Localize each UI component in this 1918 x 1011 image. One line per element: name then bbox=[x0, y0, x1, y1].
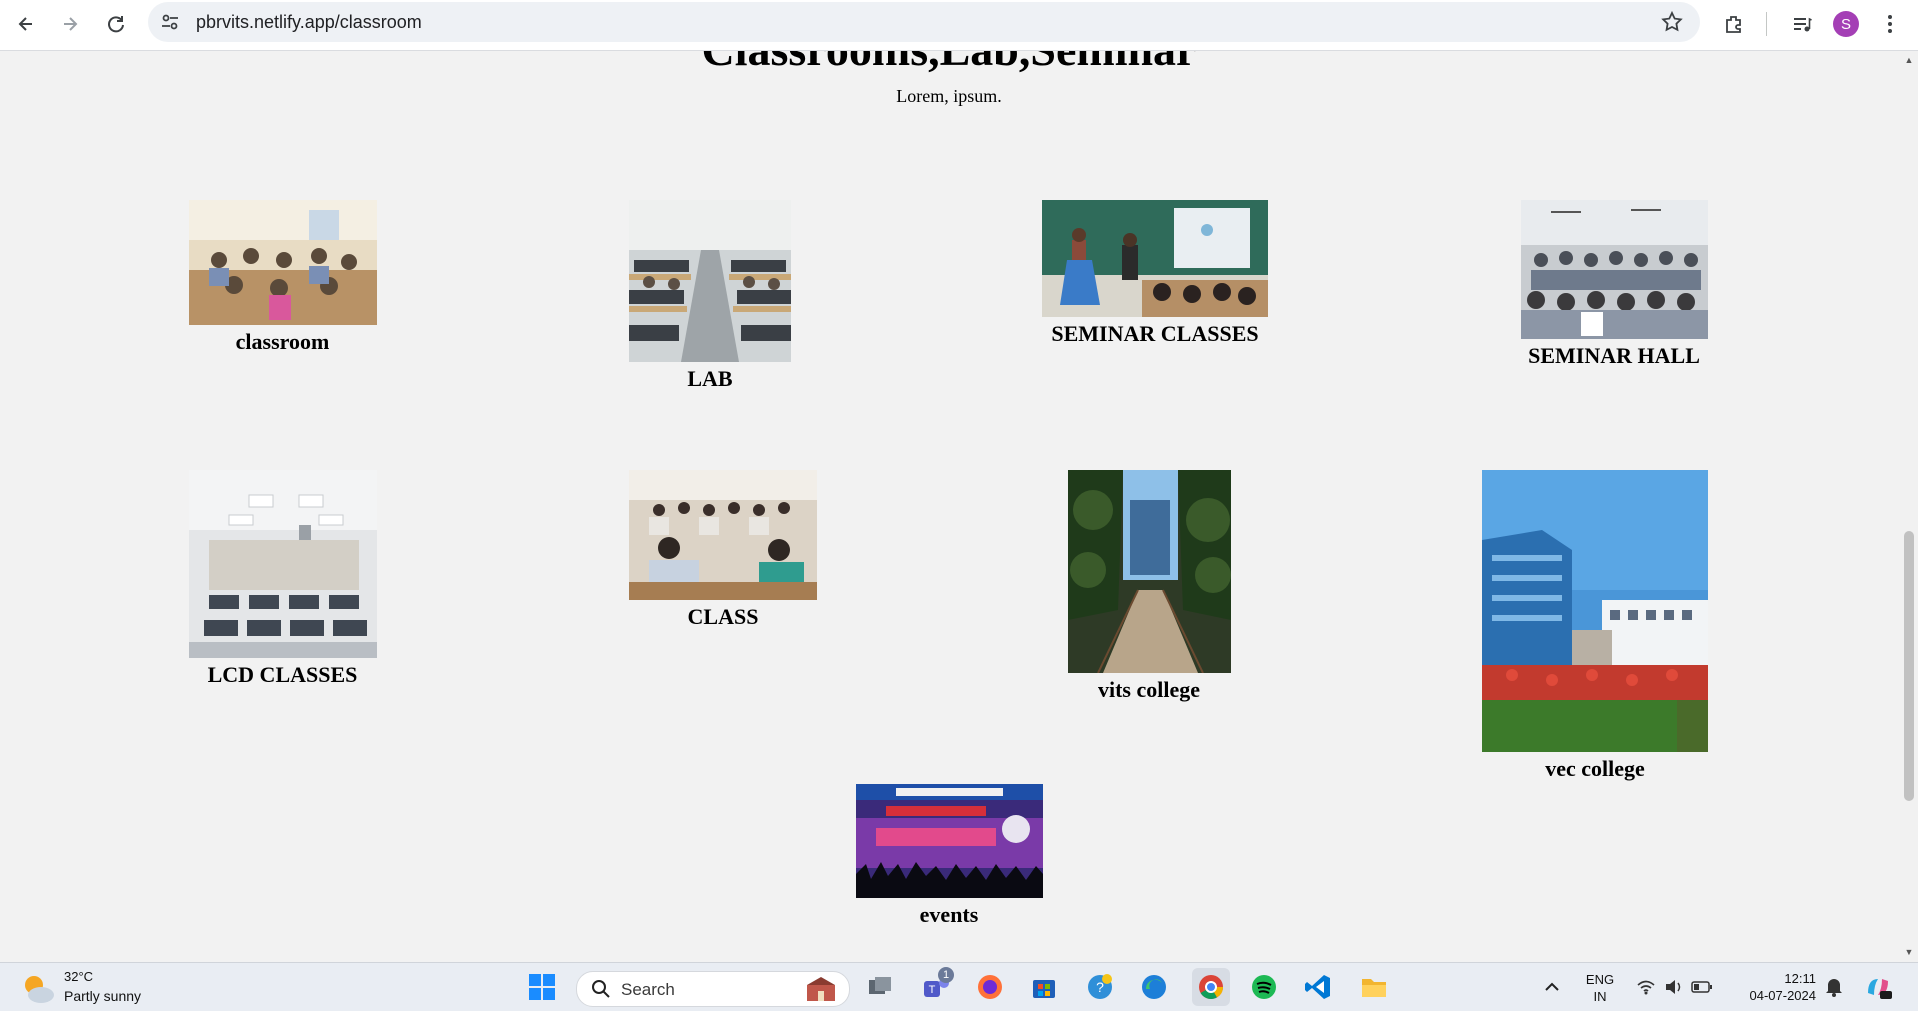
bookmark-star-icon[interactable] bbox=[1660, 10, 1684, 39]
language-indicator[interactable]: ENG IN bbox=[1578, 971, 1622, 1005]
profile-initial: S bbox=[1833, 11, 1859, 37]
wifi-icon[interactable] bbox=[1634, 971, 1658, 1003]
more-menu-icon[interactable] bbox=[1872, 6, 1908, 42]
vits-college-photo bbox=[1067, 470, 1231, 673]
search-label: Search bbox=[621, 980, 675, 999]
forward-icon[interactable] bbox=[52, 6, 88, 42]
spotify-icon[interactable] bbox=[1248, 971, 1280, 1003]
address-bar[interactable]: pbrvits.netlify.app/classroom bbox=[148, 2, 1700, 42]
lab-photo bbox=[629, 200, 791, 362]
profile-avatar[interactable]: S bbox=[1828, 6, 1864, 42]
teams-icon[interactable]: T 1 bbox=[920, 967, 954, 1003]
classroom-photo bbox=[188, 200, 377, 325]
taskbar-search[interactable]: Search bbox=[576, 971, 850, 1007]
gallery-caption: LCD CLASSES bbox=[207, 662, 358, 687]
reload-icon[interactable] bbox=[98, 6, 134, 42]
copilot-icon[interactable] bbox=[1862, 971, 1894, 1003]
gallery-card: vec college bbox=[1482, 470, 1708, 782]
svg-text:T: T bbox=[929, 984, 936, 996]
weather-temp: 32°C bbox=[64, 969, 94, 984]
page-viewport: Classrooms,Lab,Seminar Lorem, ipsum. cla… bbox=[0, 51, 1900, 962]
seminar-classes-photo bbox=[1042, 200, 1268, 317]
url-text[interactable]: pbrvits.netlify.app/classroom bbox=[196, 12, 422, 33]
back-icon[interactable] bbox=[8, 6, 44, 42]
vec-college-photo bbox=[1482, 470, 1708, 752]
scroll-thumb[interactable] bbox=[1904, 531, 1914, 801]
clock-date: 04-07-2024 bbox=[1749, 988, 1817, 1003]
task-view-icon[interactable] bbox=[864, 971, 896, 1003]
gallery-caption: SEMINAR CLASSES bbox=[1051, 321, 1259, 346]
gallery-caption: vits college bbox=[1097, 677, 1201, 702]
clock-time: 12:11 bbox=[1784, 971, 1816, 986]
gallery-caption: CLASS bbox=[687, 604, 759, 629]
search-icon bbox=[592, 980, 610, 998]
gallery-card: LCD CLASSES bbox=[179, 470, 386, 688]
gallery-card: LAB bbox=[620, 200, 800, 392]
partly-sunny-icon bbox=[25, 976, 54, 1003]
windows-start-icon[interactable] bbox=[526, 971, 558, 1003]
gallery-card: SEMINAR HALL bbox=[1519, 200, 1709, 369]
browser-toolbar: pbrvits.netlify.app/classroom S bbox=[0, 0, 1918, 51]
gallery-caption: SEMINAR HALL bbox=[1528, 343, 1700, 368]
events-banner-photo bbox=[855, 784, 1043, 898]
gallery-caption: vec college bbox=[1545, 756, 1645, 781]
battery-icon[interactable] bbox=[1690, 971, 1714, 1003]
volume-icon[interactable] bbox=[1662, 971, 1686, 1003]
class-photo bbox=[629, 470, 817, 600]
svg-text:?: ? bbox=[1096, 979, 1104, 995]
extensions-icon[interactable] bbox=[1716, 6, 1752, 42]
weather-condition: Partly sunny bbox=[64, 988, 142, 1004]
page-scrollbar[interactable]: ▲ ▼ bbox=[1900, 51, 1918, 962]
clock[interactable]: 12:11 04-07-2024 bbox=[1730, 970, 1817, 1004]
language-line1: ENG bbox=[1585, 972, 1615, 987]
gallery-caption: LAB bbox=[687, 366, 733, 391]
media-control-icon[interactable] bbox=[1784, 6, 1820, 42]
windows-taskbar: 32°C Partly sunny Search T 1 ? ENG IN 12… bbox=[0, 962, 1918, 1011]
edge-icon[interactable] bbox=[1138, 971, 1170, 1003]
teams-badge: 1 bbox=[938, 967, 954, 983]
gallery-card: classroom bbox=[179, 200, 386, 355]
scroll-down-icon[interactable]: ▼ bbox=[1904, 947, 1914, 957]
firefox-icon[interactable] bbox=[974, 971, 1006, 1003]
vscode-icon[interactable] bbox=[1302, 971, 1334, 1003]
search-highlight-icon bbox=[807, 977, 835, 1001]
seminar-hall-photo bbox=[1520, 200, 1708, 339]
tray-overflow-icon[interactable] bbox=[1536, 971, 1568, 1003]
get-help-icon[interactable]: ? bbox=[1084, 971, 1116, 1003]
page-subtitle: Lorem, ipsum. bbox=[896, 86, 1002, 106]
gallery-card: CLASS bbox=[620, 470, 826, 630]
microsoft-store-icon[interactable] bbox=[1028, 971, 1060, 1003]
gallery-card: vits college bbox=[1049, 470, 1249, 703]
scroll-up-icon[interactable]: ▲ bbox=[1904, 55, 1914, 65]
toolbar-divider bbox=[1766, 12, 1767, 36]
gallery-caption: classroom bbox=[235, 329, 330, 354]
gallery-card: SEMINAR CLASSES bbox=[1040, 200, 1270, 347]
lcd-classes-photo bbox=[188, 470, 377, 658]
file-explorer-icon[interactable] bbox=[1358, 971, 1390, 1003]
gallery-caption: events bbox=[919, 902, 979, 927]
site-info-icon[interactable] bbox=[160, 12, 180, 37]
language-line2: IN bbox=[1593, 989, 1607, 1004]
notification-bell-icon[interactable] bbox=[1822, 971, 1846, 1003]
chrome-icon[interactable] bbox=[1192, 968, 1230, 1006]
page-title: Classrooms,Lab,Seminar bbox=[0, 51, 1898, 76]
gallery-card: events bbox=[855, 784, 1043, 928]
